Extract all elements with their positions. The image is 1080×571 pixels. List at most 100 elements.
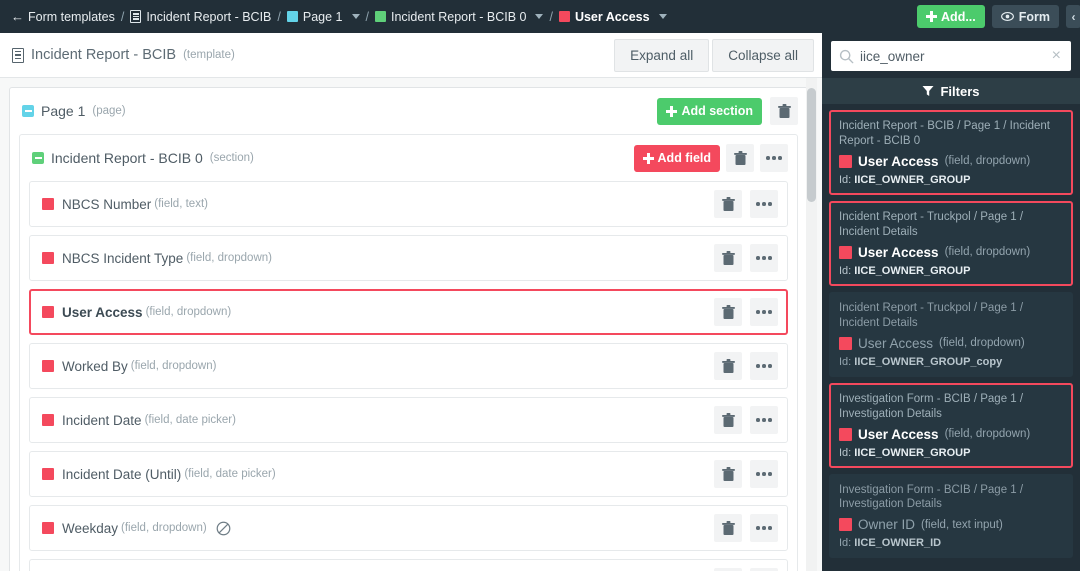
breadcrumb-item-page[interactable]: Page 1 <box>284 10 363 24</box>
delete-field-button[interactable] <box>714 352 742 380</box>
breadcrumb-page-label: Page 1 <box>302 9 343 24</box>
breadcrumb-separator: / <box>365 9 369 24</box>
result-id: Id: IICE_OWNER_GROUP <box>839 264 971 277</box>
result-type-label: (field, dropdown) <box>944 428 1031 440</box>
section-more-menu-button[interactable] <box>760 144 788 172</box>
result-name: User Access <box>858 244 939 260</box>
section-name: Incident Report - BCIB 0 <box>51 150 203 166</box>
field-more-menu-button[interactable] <box>750 298 778 326</box>
result-path: Incident Report - BCIB / Page 1 / Incide… <box>839 120 1050 147</box>
field-label-group: User Access (field, dropdown) <box>62 305 706 320</box>
breadcrumb-item-field[interactable]: User Access <box>556 10 670 24</box>
chevron-down-icon[interactable] <box>535 14 544 19</box>
delete-section-button[interactable] <box>726 144 754 172</box>
delete-field-button[interactable] <box>714 514 742 542</box>
trash-icon <box>721 196 735 211</box>
result-color-square-icon <box>839 154 852 168</box>
result-name: User Access <box>858 335 934 351</box>
section-header-row[interactable]: Incident Report - BCIB 0 (section) Add f… <box>20 135 797 181</box>
field-color-square-icon <box>42 468 54 480</box>
field-row[interactable]: NBCS Incident Type (field, dropdown) <box>29 235 788 281</box>
field-type-label: (field, dropdown) <box>186 252 272 264</box>
field-name: Incident Date (Until) <box>62 466 182 482</box>
add-button-label: Add... <box>941 9 976 24</box>
delete-page-button[interactable] <box>770 97 798 125</box>
expand-all-button[interactable]: Expand all <box>614 38 710 72</box>
page-color-square-icon <box>286 11 298 22</box>
page-card: Page 1 (page) Add section Incident Repor… <box>9 87 808 571</box>
filter-icon <box>922 86 934 96</box>
section-type-label: (section) <box>209 152 254 164</box>
result-name: User Access <box>858 153 939 169</box>
field-row[interactable]: Weekday (field, dropdown) <box>29 505 788 551</box>
result-type-label: (field, dropdown) <box>944 246 1031 259</box>
chevron-down-icon[interactable] <box>351 14 360 19</box>
search-results-panel: × Filters Incident Report - BCIB / Page … <box>822 33 1080 571</box>
field-more-menu-button[interactable] <box>750 244 778 272</box>
result-name-line: User Access (field, dropdown) <box>839 427 1063 442</box>
field-more-menu-button[interactable] <box>750 460 778 488</box>
filters-toggle[interactable]: Filters <box>822 78 1080 104</box>
page-header-row[interactable]: Page 1 (page) Add section <box>10 88 807 134</box>
search-box[interactable]: × <box>831 41 1071 71</box>
field-more-menu-button[interactable] <box>750 514 778 542</box>
field-color-square-icon <box>42 360 54 372</box>
field-more-menu-button[interactable] <box>750 190 778 218</box>
collapse-panel-button[interactable]: ‹ <box>1066 5 1080 28</box>
breadcrumb-back-label: Form templates <box>28 9 115 24</box>
delete-field-button[interactable] <box>714 244 742 272</box>
field-name: NBCS Incident Type <box>62 250 184 266</box>
chevron-down-icon[interactable] <box>658 14 667 19</box>
field-row[interactable]: NBCS Number (field, text) <box>29 181 788 227</box>
collapse-all-button[interactable]: Collapse all <box>712 38 814 72</box>
result-id: Id: IICE_OWNER_GROUP <box>839 446 971 459</box>
collapse-toggle-icon[interactable] <box>22 105 34 117</box>
field-row[interactable]: Time of Incident(field, time picker) <box>29 559 788 571</box>
field-row[interactable]: Worked By (field, dropdown) <box>29 343 788 389</box>
trash-icon <box>733 150 747 165</box>
breadcrumb-section-label: Incident Report - BCIB 0 <box>390 9 527 24</box>
field-label-group: Incident Date (field, date picker) <box>62 413 706 428</box>
search-result-card[interactable]: Incident Report - Truckpol / Page 1 / In… <box>829 291 1073 377</box>
clear-search-icon[interactable]: × <box>1050 48 1063 64</box>
field-label-group: NBCS Number (field, text) <box>62 197 706 212</box>
delete-field-button[interactable] <box>714 190 742 218</box>
search-result-card[interactable]: Investigation Form - BCIB / Page 1 / Inv… <box>829 473 1073 559</box>
result-color-square-icon <box>839 336 852 350</box>
section-title-group: Incident Report - BCIB 0 (section) <box>32 150 628 166</box>
more-horizontal-icon <box>756 472 772 476</box>
field-list: NBCS Number (field, text) NBCS Incident Ty… <box>20 181 797 571</box>
delete-field-button[interactable] <box>714 460 742 488</box>
breadcrumb-item-template[interactable]: Incident Report - BCIB <box>127 10 274 24</box>
sub-header: Incident Report - BCIB (template) Expand… <box>0 33 822 78</box>
breadcrumb-separator: / <box>549 9 553 24</box>
field-more-menu-button[interactable] <box>750 352 778 380</box>
add-field-button[interactable]: Add field <box>633 144 720 172</box>
delete-field-button[interactable] <box>714 298 742 326</box>
template-icon <box>12 47 24 63</box>
field-row[interactable]: User Access (field, dropdown) <box>29 289 788 335</box>
search-input[interactable] <box>854 48 1050 64</box>
form-structure-tree: Page 1 (page) Add section Incident Repor… <box>0 78 822 571</box>
search-result-card[interactable]: Investigation Form - BCIB / Page 1 / Inv… <box>829 382 1073 468</box>
field-name: Incident Date <box>62 412 142 428</box>
trash-icon <box>721 304 735 319</box>
breadcrumb-template-label: Incident Report - BCIB <box>146 9 272 24</box>
field-row[interactable]: Incident Date (field, date picker) <box>29 397 788 443</box>
collapse-toggle-icon[interactable] <box>32 152 44 164</box>
form-preview-button[interactable]: Form <box>991 5 1059 28</box>
more-horizontal-icon <box>766 156 782 160</box>
search-result-card[interactable]: Incident Report - Truckpol / Page 1 / In… <box>829 200 1073 286</box>
add-button[interactable]: Add... <box>917 5 985 28</box>
breadcrumb-back-link[interactable]: ← Form templates <box>8 9 118 24</box>
main-scrollbar[interactable] <box>806 78 817 571</box>
field-color-square-icon <box>42 522 54 534</box>
main-scrollbar-thumb[interactable] <box>807 88 816 202</box>
field-row[interactable]: Incident Date (Until) (field, date picker… <box>29 451 788 497</box>
add-section-button[interactable]: Add section <box>657 97 762 125</box>
delete-field-button[interactable] <box>714 406 742 434</box>
result-id: Id: IICE_OWNER_GROUP <box>839 173 971 186</box>
breadcrumb-item-section[interactable]: Incident Report - BCIB 0 <box>372 10 546 24</box>
search-result-card[interactable]: Incident Report - BCIB / Page 1 / Incide… <box>829 110 1073 195</box>
field-more-menu-button[interactable] <box>750 406 778 434</box>
